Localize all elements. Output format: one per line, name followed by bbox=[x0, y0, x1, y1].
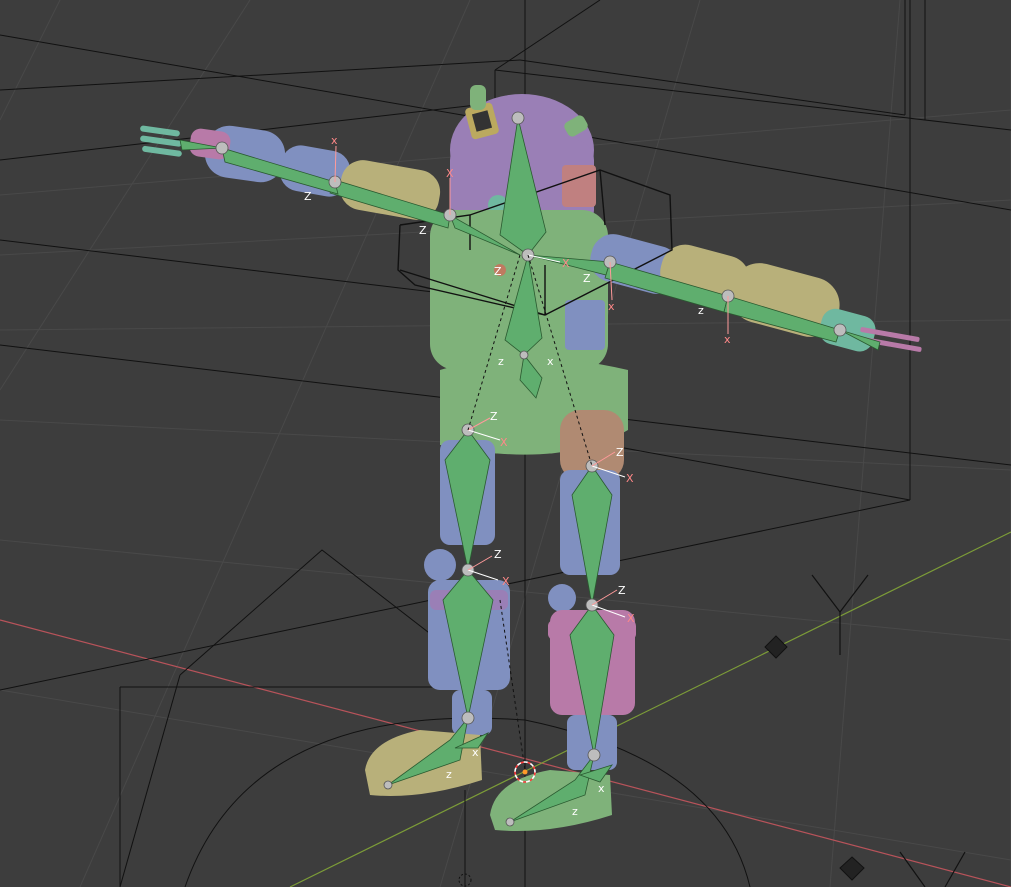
svg-text:X: X bbox=[626, 472, 634, 485]
3d-viewport[interactable]: X Z X Z X Z X Z X Z x Z x z x Z X Z x z … bbox=[0, 0, 1011, 887]
svg-text:Z: Z bbox=[490, 410, 498, 423]
svg-text:x: x bbox=[472, 746, 479, 759]
left-hand-fingers bbox=[140, 125, 182, 157]
svg-text:Z: Z bbox=[304, 190, 312, 203]
svg-text:z: z bbox=[498, 355, 504, 368]
viewport-canvas[interactable]: X Z X Z X Z X Z X Z x Z x z x Z X Z x z … bbox=[0, 0, 1011, 887]
y-axis-line bbox=[289, 531, 1011, 887]
svg-text:z: z bbox=[698, 304, 704, 317]
svg-text:x: x bbox=[724, 333, 731, 346]
svg-text:Z: Z bbox=[583, 272, 591, 285]
svg-text:X: X bbox=[562, 257, 570, 270]
svg-text:X: X bbox=[502, 575, 510, 588]
svg-text:z: z bbox=[572, 805, 578, 818]
svg-text:x: x bbox=[331, 134, 338, 147]
svg-text:Z: Z bbox=[616, 446, 624, 459]
svg-text:x: x bbox=[598, 782, 605, 795]
svg-text:x: x bbox=[547, 355, 554, 368]
empty-diamond-icon[interactable] bbox=[764, 635, 865, 881]
svg-text:x: x bbox=[608, 300, 615, 313]
svg-text:z: z bbox=[446, 768, 452, 781]
armature[interactable] bbox=[179, 117, 881, 823]
svg-text:Z: Z bbox=[494, 548, 502, 561]
svg-text:Z: Z bbox=[494, 265, 502, 278]
svg-text:X: X bbox=[627, 612, 635, 625]
svg-text:X: X bbox=[446, 167, 454, 180]
svg-text:Z: Z bbox=[419, 224, 427, 237]
svg-text:X: X bbox=[500, 436, 508, 449]
svg-text:Z: Z bbox=[618, 584, 626, 597]
